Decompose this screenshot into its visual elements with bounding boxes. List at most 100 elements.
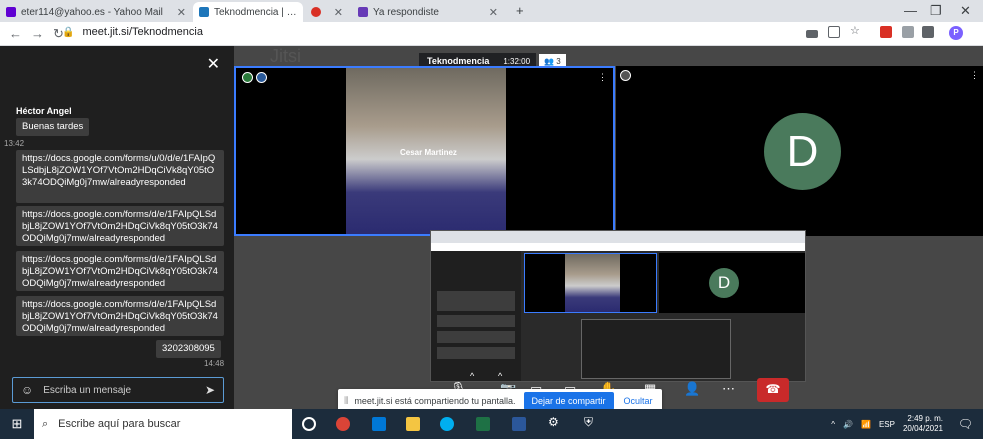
chat-link-message[interactable]: https://docs.google.com/forms/d/e/1FAIpQ… [16,206,224,246]
hang-up-button[interactable]: ☎ [757,378,789,402]
emoji-icon[interactable]: ☺ [21,383,33,397]
participants-icon: 👥 [544,56,557,66]
chat-time: 13:42 [4,139,25,148]
close-tab-icon[interactable]: ✕ [334,6,343,19]
jitsi-watermark: Jitsi [270,46,301,66]
chat-link-message[interactable]: https://docs.google.com/forms/d/e/1FAIpQ… [16,296,224,336]
file-explorer-icon[interactable] [406,417,420,431]
search-placeholder: Escribe aquí para buscar [58,418,181,430]
clock[interactable]: 2:49 p. m. 20/04/2021 [903,414,943,434]
video-tile-main[interactable]: Cesar Martinez ⋮ [234,66,615,236]
shared-screen-avatar-tile: D [659,253,805,313]
chat-number-message: 3202308095 [156,340,221,358]
send-icon[interactable]: ➤ [205,383,215,397]
network-icon[interactable]: 📶 [861,420,871,429]
more-options-icon[interactable]: ⋯ [722,381,735,397]
tile-menu-icon[interactable]: ⋮ [970,70,979,81]
clock-time: 2:49 p. m. [907,414,943,423]
tab-forms[interactable]: Ya respondiste ✕ [352,2,504,22]
video-stage: Jitsi Teknodmencia 1:32:00 👥 3 Cesar Mar… [234,46,983,409]
tab-title: Teknodmencia | Jitsi Meet [214,6,297,18]
taskbar-search[interactable]: ⌕ Escribe aquí para buscar [34,409,292,439]
word-icon[interactable] [512,417,526,431]
lock-icon: 🔒 [62,27,75,38]
volume-icon[interactable]: 🔊 [843,420,853,429]
camera-icon[interactable] [806,30,818,38]
clock-date: 20/04/2021 [902,424,943,433]
shared-screen-nested [581,319,731,379]
store-icon[interactable] [372,417,386,431]
participant-name: Cesar Martinez [400,148,457,157]
back-icon[interactable]: ← [9,26,22,41]
system-tray: ^ 🔊 📶 ESP 2:49 p. m. 20/04/2021 [831,414,943,434]
tab-jitsi-meet[interactable]: Teknodmencia | Jitsi Meet [193,2,303,22]
browser-tab-strip: eter114@yahoo.es - Yahoo Mail ✕ Teknodme… [0,0,983,22]
participant-avatar: D [764,113,841,190]
shared-chat-line [437,291,515,311]
video-tile-avatar[interactable]: ⋮ D [616,66,983,236]
shared-screen-video [524,253,657,313]
drag-handle-icon[interactable]: ⦀ [344,396,348,407]
tile-menu-icon[interactable]: ⋮ [598,72,607,83]
yahoo-mail-icon [6,7,16,17]
audio-level-icon [256,72,267,83]
cast-icon[interactable] [828,26,840,38]
recording-icon [311,7,321,17]
bookmark-star-icon[interactable]: ☆ [850,24,862,37]
shared-screen-tabs [431,231,805,243]
extension-icon[interactable] [902,26,914,38]
cortana-icon[interactable] [302,417,316,431]
chevron-up-icon[interactable]: ^ [498,371,502,381]
connection-indicator-icon [620,70,631,81]
pdf-extension-icon[interactable] [880,26,892,38]
close-tab-icon[interactable]: ✕ [489,6,498,19]
shared-screen-face [565,254,620,312]
connection-indicator-icon [242,72,253,83]
tab-yahoo-mail[interactable]: eter114@yahoo.es - Yahoo Mail ✕ [0,2,192,22]
url-text: meet.jit.si/Teknodmencia [82,26,203,38]
jitsi-icon [199,7,209,17]
chat-time: 14:48 [204,359,225,368]
excel-icon[interactable] [476,417,490,431]
minimize-icon[interactable]: — [904,3,917,18]
language-indicator[interactable]: ESP [879,420,895,429]
chat-input[interactable]: ☺ Escriba un mensaje ➤ [12,377,224,403]
tab-recording[interactable]: ✕ [305,2,349,22]
shared-chat-line [437,331,515,343]
chat-link-message[interactable]: https://docs.google.com/forms/u/0/d/e/1F… [16,150,224,203]
close-tab-icon[interactable]: ✕ [177,6,186,19]
notification-icon[interactable]: 🗨 [958,417,973,431]
profile-avatar[interactable]: P [949,26,963,40]
windows-start-icon[interactable]: ⊞ [0,409,34,439]
browser-toolbar: ← → ↻ 🔒 meet.jit.si/Teknodmencia ☆ P [0,22,983,46]
chat-author: Héctor Angel [16,106,72,116]
tab-title: eter114@yahoo.es - Yahoo Mail [21,6,163,18]
shared-chat-line [437,347,515,359]
stop-sharing-button[interactable]: Dejar de compartir [523,392,614,410]
close-window-icon[interactable]: ✕ [960,3,971,19]
share-message: meet.jit.si está compartiendo tu pantall… [354,396,516,406]
chat-link-message[interactable]: https://docs.google.com/forms/d/e/1FAIpQ… [16,251,224,291]
puzzle-icon[interactable] [922,26,934,38]
new-tab-button[interactable]: + [516,3,524,18]
shield-icon[interactable]: ⛨ [584,415,598,429]
address-bar[interactable]: 🔒 meet.jit.si/Teknodmencia [62,26,203,38]
chrome-icon[interactable] [336,417,350,431]
shared-screen-thumbnail: D [430,230,806,382]
skype-icon[interactable] [440,417,454,431]
settings-icon[interactable]: ⚙ [548,415,562,429]
jitsi-page: ✕ Héctor Angel Buenas tardes 13:42 https… [0,46,983,413]
shared-screen-avatar: D [709,268,739,298]
shared-screen-chat [431,251,521,381]
windows-taskbar: ⊞ ⌕ Escribe aquí para buscar ⚙ ⛨ ^ 🔊 📶 E… [0,409,983,439]
chevron-up-icon[interactable]: ^ [470,371,474,381]
google-forms-icon [358,7,368,17]
tab-title: Ya respondiste [373,6,439,18]
forward-icon[interactable]: → [31,26,44,41]
maximize-icon[interactable]: ❐ [930,3,942,19]
shared-chat-line [437,315,515,327]
tray-chevron-icon[interactable]: ^ [831,420,835,429]
hide-button[interactable]: Ocultar [624,396,653,406]
participants-icon[interactable]: 👤 [684,381,700,397]
close-chat-icon[interactable]: ✕ [207,54,220,74]
